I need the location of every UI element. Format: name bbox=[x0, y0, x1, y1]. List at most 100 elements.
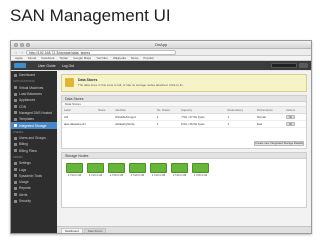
sidebar-item-label: Users and Groups bbox=[19, 136, 46, 141]
datastore-identifier: ds02a2xy9nr4q bbox=[113, 120, 155, 128]
storage-node[interactable]: 4.7/20.0 GB bbox=[150, 163, 167, 177]
address-field[interactable]: http://192.168.72.3/storage/data_stores bbox=[26, 49, 176, 55]
back-icon[interactable]: ‹ bbox=[14, 50, 18, 55]
gear-icon[interactable]: ⚙ bbox=[285, 115, 295, 119]
datastore-name bbox=[96, 113, 114, 121]
bookmark-item[interactable]: Wikipedia bbox=[113, 56, 126, 60]
sidebar-item-label: Usage bbox=[19, 180, 29, 185]
sidebar-item-label: Billing Plans bbox=[19, 148, 37, 153]
app-header: User Guide Log Out bbox=[11, 61, 311, 70]
datastore-redundancy: 1 bbox=[225, 120, 255, 128]
bookmark-item[interactable]: iCloud bbox=[28, 56, 37, 60]
datastore-capacity: 7.5G / 27.5G bytes bbox=[179, 113, 226, 121]
sidebar-item-label: Security bbox=[19, 199, 31, 204]
window-title: OnApp bbox=[154, 42, 168, 47]
sidebar-item-label: Load Balancers bbox=[19, 92, 42, 97]
bookmark-item[interactable]: Google Maps bbox=[73, 56, 91, 60]
sidebar-item-label: USERS bbox=[13, 129, 24, 134]
datastore-identifier: DSIds6eKxmgoz bbox=[113, 113, 155, 121]
menu-icon bbox=[14, 105, 17, 109]
menu-icon bbox=[14, 168, 17, 172]
browser-window: OnApp ‹ › http://192.168.72.3/storage/da… bbox=[10, 40, 312, 234]
app-body: Dashboard APPLICATIONS Virtual Machines Loa… bbox=[11, 71, 311, 233]
sidebar-item-label: Appliances bbox=[19, 98, 36, 103]
menu-icon bbox=[14, 186, 17, 190]
tab-dashboard[interactable]: Dashboard bbox=[61, 228, 83, 233]
storage-node-label: 4.7/20.0 GB bbox=[172, 174, 187, 177]
menu-icon bbox=[14, 142, 17, 146]
datastores-table: Label Name Identifier No. Nodes Capacity… bbox=[62, 107, 306, 128]
url-bar: ‹ › http://192.168.72.3/storage/data_sto… bbox=[11, 49, 311, 56]
bookmark-item[interactable]: Apple bbox=[15, 56, 23, 60]
bookmark-item[interactable]: Twitter bbox=[59, 56, 68, 60]
bookmark-item[interactable]: Popular bbox=[143, 56, 153, 60]
datastore-icon bbox=[192, 163, 209, 173]
forward-icon[interactable]: › bbox=[20, 50, 24, 55]
storage-node-label: 4.7/20.0 GB bbox=[109, 174, 124, 177]
sidebar-item-label: Templates bbox=[19, 117, 35, 122]
datastore-icon bbox=[87, 163, 104, 173]
menu-icon bbox=[14, 117, 17, 121]
datastore-icon bbox=[171, 163, 188, 173]
sidebar-item-label: APPLICATIONS bbox=[13, 79, 35, 84]
datastore-nodes: 2 bbox=[154, 120, 180, 128]
sidebar-item-label: Sysadmin Tools bbox=[19, 173, 43, 178]
bottom-tabs: Dashboard Data Stores bbox=[57, 226, 311, 233]
warning-notice: Data Stores The data store in this zone … bbox=[61, 74, 307, 92]
datastores-panel: Data Stores Data Stores Label Name Ident… bbox=[61, 95, 307, 149]
menu-icon bbox=[14, 161, 17, 165]
gear-icon[interactable]: ⚙ bbox=[285, 122, 295, 126]
storage-node[interactable]: 4.7/20.0 GB bbox=[87, 163, 104, 177]
bookmark-item[interactable]: Facebook bbox=[41, 56, 54, 60]
storage-nodes-list: 4.7/20.0 GB 4.7/20.0 GB 4.7/20.0 GB 4.7/20.… bbox=[62, 159, 306, 181]
storage-node[interactable]: 4.7/20.0 GB bbox=[66, 163, 83, 177]
onapp-logo bbox=[14, 63, 26, 68]
menu-icon bbox=[14, 199, 17, 203]
menu-icon bbox=[14, 86, 17, 90]
notice-title: Data Stores bbox=[78, 78, 98, 82]
datastore-icon bbox=[108, 163, 125, 173]
nav-log-out[interactable]: Log Out bbox=[62, 64, 74, 68]
datastore-label[interactable]: Ai1 bbox=[62, 113, 97, 121]
menu-icon bbox=[14, 98, 17, 102]
search-input[interactable] bbox=[271, 63, 297, 68]
menu-icon bbox=[14, 174, 17, 178]
nav-user-guide[interactable]: User Guide bbox=[38, 64, 56, 68]
storage-nodes-panel: Storage Nodes 4.7/20.0 GB 4.7/20.0 GB 4.7/… bbox=[61, 152, 307, 208]
main-content: Data Stores The data store in this zone … bbox=[57, 71, 311, 233]
help-button[interactable] bbox=[299, 63, 308, 68]
datastore-performance: Normal bbox=[254, 113, 284, 121]
storage-node[interactable]: 4.7/20.0 GB bbox=[171, 163, 188, 177]
storage-node-label: 4.7/20.0 GB bbox=[67, 174, 82, 177]
sidebar-item-label: Virtual Machines bbox=[19, 85, 44, 90]
datastore-nodes: 2 bbox=[154, 113, 180, 121]
sidebar-item-label: Reports bbox=[19, 186, 31, 191]
storage-node-label: 4.7/20.0 GB bbox=[130, 174, 145, 177]
menu-icon bbox=[14, 180, 17, 184]
tab-data-stores[interactable]: Data Stores bbox=[83, 228, 107, 233]
storage-node[interactable]: 4.7/20.0 GB bbox=[192, 163, 209, 177]
datastore-label[interactable]: ajax-datastore-01 bbox=[62, 120, 97, 128]
table-row[interactable]: Ai1 DSIds6eKxmgoz 2 7.5G / 27.5G bytes 1… bbox=[62, 113, 306, 121]
sidebar-item-label: Dashboard bbox=[19, 73, 36, 78]
menu-icon bbox=[14, 149, 17, 153]
table-row[interactable]: ajax-datastore-01 ds02a2xy9nr4q 2 6.0G /… bbox=[62, 120, 306, 128]
storage-node[interactable]: 4.7/20.0 GB bbox=[129, 163, 146, 177]
bookmark-item[interactable]: YouTube bbox=[96, 56, 108, 60]
create-datastore-button[interactable]: Create new Integrated Storage DataStore bbox=[254, 141, 304, 146]
sidebar-item-label: ADMIN bbox=[13, 155, 23, 159]
datastore-redundancy: 1 bbox=[225, 113, 255, 121]
storage-node-label: 4.7/20.0 GB bbox=[88, 174, 103, 177]
menu-icon bbox=[14, 193, 17, 197]
bookmark-item[interactable]: News bbox=[131, 56, 139, 60]
datastore-performance: Fast bbox=[254, 120, 284, 128]
storage-node[interactable]: 4.7/20.0 GB bbox=[108, 163, 125, 177]
datastore-icon bbox=[129, 163, 146, 173]
datastore-capacity: 6.0G / 26.5G bytes bbox=[179, 120, 226, 128]
sidebar-item-label: CDN bbox=[19, 104, 27, 109]
menu-icon bbox=[14, 136, 17, 140]
storage-node-label: 4.7/20.0 GB bbox=[193, 174, 208, 177]
sidebar-item-label: Billing bbox=[19, 142, 28, 147]
notice-text[interactable]: The data store in this zone is full, or … bbox=[78, 83, 184, 87]
sidebar-item[interactable]: Security bbox=[11, 198, 57, 204]
